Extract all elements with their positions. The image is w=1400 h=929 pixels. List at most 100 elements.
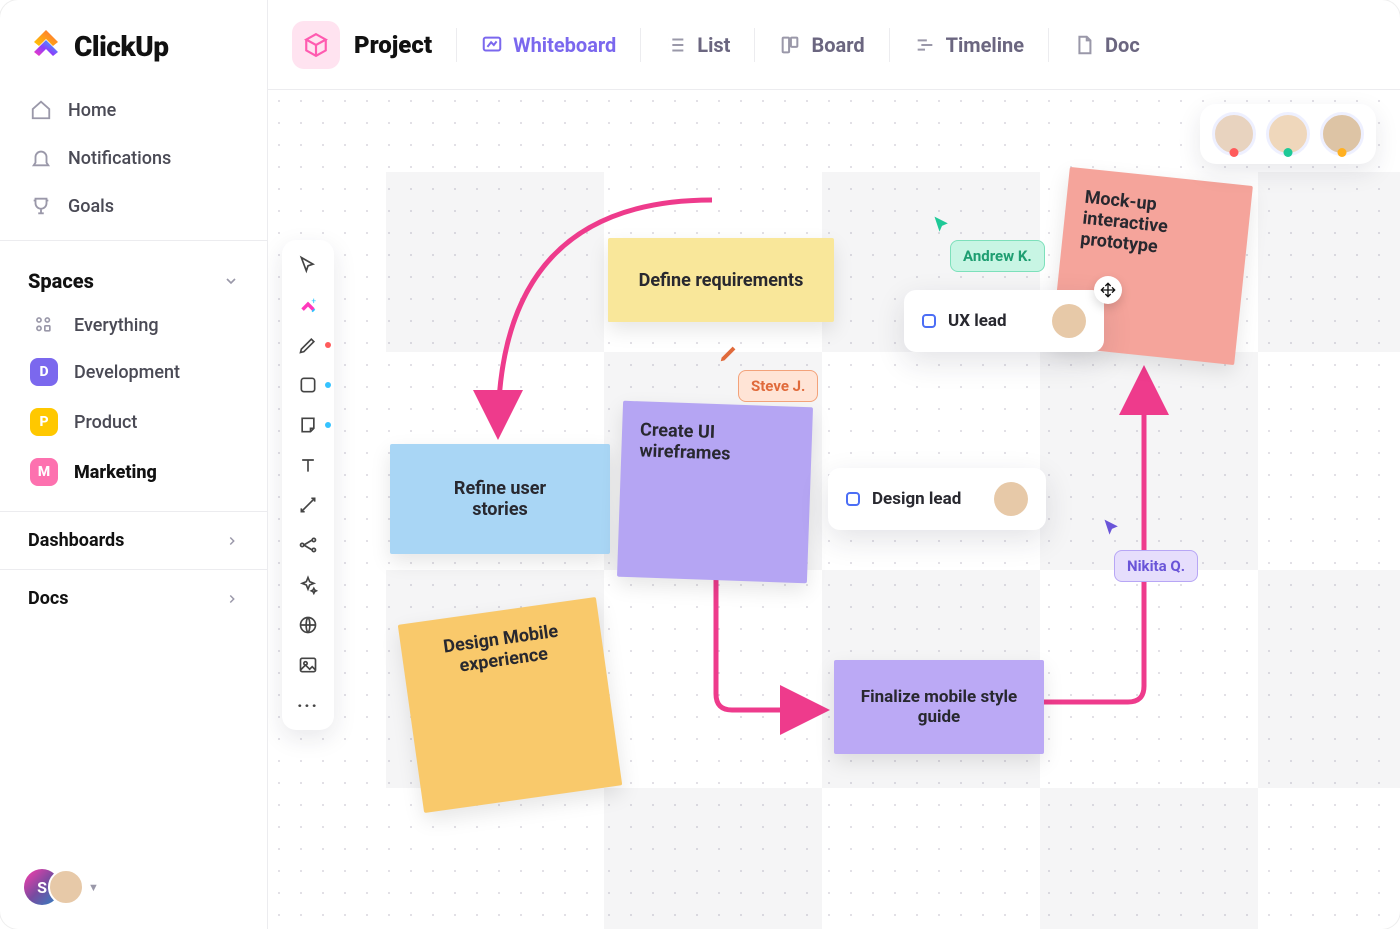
user-avatar (48, 869, 84, 905)
tool-pen[interactable] (295, 332, 321, 358)
tab-list[interactable]: List (641, 33, 754, 57)
cursor-icon (1102, 518, 1122, 538)
project-title: Project (354, 31, 432, 59)
tool-image[interactable] (295, 652, 321, 678)
sticky-refine-user-stories[interactable]: Refine user stories (390, 444, 610, 554)
tool-connector[interactable] (295, 492, 321, 518)
tab-label: Doc (1105, 33, 1140, 57)
collaborator-name: Nikita Q. (1127, 557, 1185, 575)
whiteboard-toolbox: + (282, 240, 334, 730)
collaborator-avatar[interactable] (1266, 112, 1310, 156)
list-icon (665, 34, 687, 56)
sidebar-item-label: Home (68, 100, 116, 121)
task-card-design-lead[interactable]: Design lead (828, 468, 1046, 530)
task-title: UX lead (948, 311, 1007, 331)
sidebar-item-product[interactable]: P Product (16, 397, 251, 447)
sidebar-item-everything[interactable]: Everything (16, 303, 251, 347)
tab-timeline[interactable]: Timeline (890, 33, 1048, 57)
sidebar-item-label: Docs (28, 588, 68, 609)
task-card-ux-lead[interactable]: UX lead (904, 290, 1104, 352)
board-icon (779, 34, 801, 56)
tab-label: Timeline (946, 33, 1024, 57)
tool-sticky[interactable] (295, 412, 321, 438)
tool-relationship[interactable] (295, 532, 321, 558)
sticky-design-mobile[interactable]: Design Mobile experience (398, 597, 622, 813)
task-title: Design lead (872, 489, 961, 509)
sidebar-item-label: Dashboards (28, 530, 124, 551)
sticky-create-ui-wireframes[interactable]: Create UI wireframes (617, 401, 813, 584)
collaborators-bar[interactable] (1200, 104, 1376, 164)
tool-shape[interactable] (295, 372, 321, 398)
project-icon[interactable] (292, 21, 340, 69)
task-checkbox-icon[interactable] (922, 314, 936, 328)
tab-label: List (697, 33, 730, 57)
pencil-cursor-icon (718, 342, 740, 364)
main: Project Whiteboard List Board (268, 0, 1400, 929)
home-icon (30, 99, 52, 121)
sticky-text: Finalize mobile style guide (852, 687, 1026, 727)
timeline-icon (914, 34, 936, 56)
sidebar-item-home[interactable]: Home (16, 86, 251, 134)
space-badge: D (30, 358, 58, 386)
collaborator-avatar[interactable] (1212, 112, 1256, 156)
sidebar-item-docs[interactable]: Docs (0, 569, 267, 627)
sidebar-item-notifications[interactable]: Notifications (16, 134, 251, 182)
sidebar-item-label: Development (74, 362, 180, 383)
collaborator-name: Steve J. (751, 377, 805, 395)
collaborator-name: Andrew K. (963, 247, 1032, 265)
sticky-text: Refine user stories (454, 478, 546, 520)
sidebar-item-label: Goals (68, 196, 114, 217)
whiteboard-icon (481, 34, 503, 56)
sidebar-item-dashboards[interactable]: Dashboards (0, 511, 267, 569)
trophy-icon (30, 195, 52, 217)
chevron-right-icon (225, 534, 239, 548)
tab-label: Board (811, 33, 864, 57)
brand[interactable]: ClickUp (0, 0, 267, 86)
sidebar-item-label: Notifications (68, 148, 171, 169)
chevron-down-icon: ▼ (88, 881, 99, 894)
chevron-right-icon (225, 592, 239, 606)
tab-board[interactable]: Board (755, 33, 888, 57)
task-checkbox-icon[interactable] (846, 492, 860, 506)
svg-text:+: + (311, 296, 316, 306)
tab-whiteboard[interactable]: Whiteboard (457, 33, 640, 57)
tool-web[interactable] (295, 612, 321, 638)
sidebar-item-goals[interactable]: Goals (16, 182, 251, 230)
tool-clickup[interactable]: + (295, 292, 321, 318)
tool-ai[interactable] (295, 572, 321, 598)
assignee-avatar[interactable] (994, 482, 1028, 516)
tool-select[interactable] (295, 252, 321, 278)
doc-icon (1073, 34, 1095, 56)
sticky-define-requirements[interactable]: Define requirements (608, 238, 834, 322)
space-badge: M (30, 458, 58, 486)
sticky-finalize-mobile[interactable]: Finalize mobile style guide (834, 660, 1044, 754)
sidebar-item-label: Everything (74, 315, 159, 336)
sticky-text: Define requirements (639, 270, 804, 291)
sidebar-item-label: Marketing (74, 462, 157, 483)
bell-icon (30, 147, 52, 169)
everything-icon (33, 314, 55, 336)
spaces-title: Spaces (28, 269, 94, 293)
tab-label: Whiteboard (513, 33, 616, 57)
tool-more[interactable]: ··· (295, 692, 321, 718)
clickup-logo-icon (28, 28, 64, 64)
space-badge: P (30, 408, 58, 436)
sidebar-footer[interactable]: S ▼ (0, 845, 267, 929)
sticky-text: Create UI wireframes (639, 419, 794, 466)
collaborator-avatar[interactable] (1320, 112, 1364, 156)
collaborator-tag-nikita: Nikita Q. (1114, 550, 1198, 582)
user-avatar-stack[interactable]: S (24, 869, 80, 905)
move-handle-icon[interactable] (1094, 276, 1122, 304)
spaces-header[interactable]: Spaces (0, 251, 267, 303)
assignee-avatar[interactable] (1052, 304, 1086, 338)
tab-doc[interactable]: Doc (1049, 33, 1164, 57)
sticky-text: Design Mobile experience (418, 617, 586, 681)
tool-text[interactable] (295, 452, 321, 478)
collaborator-tag-andrew: Andrew K. (950, 240, 1045, 272)
whiteboard-canvas[interactable]: Define requirements Refine user stories … (268, 90, 1400, 929)
sidebar-item-development[interactable]: D Development (16, 347, 251, 397)
cursor-icon (932, 215, 952, 235)
sidebar-item-marketing[interactable]: M Marketing (16, 447, 251, 497)
chevron-down-icon (223, 273, 239, 289)
sidebar: ClickUp Home Notifications Goals Spaces (0, 0, 268, 929)
